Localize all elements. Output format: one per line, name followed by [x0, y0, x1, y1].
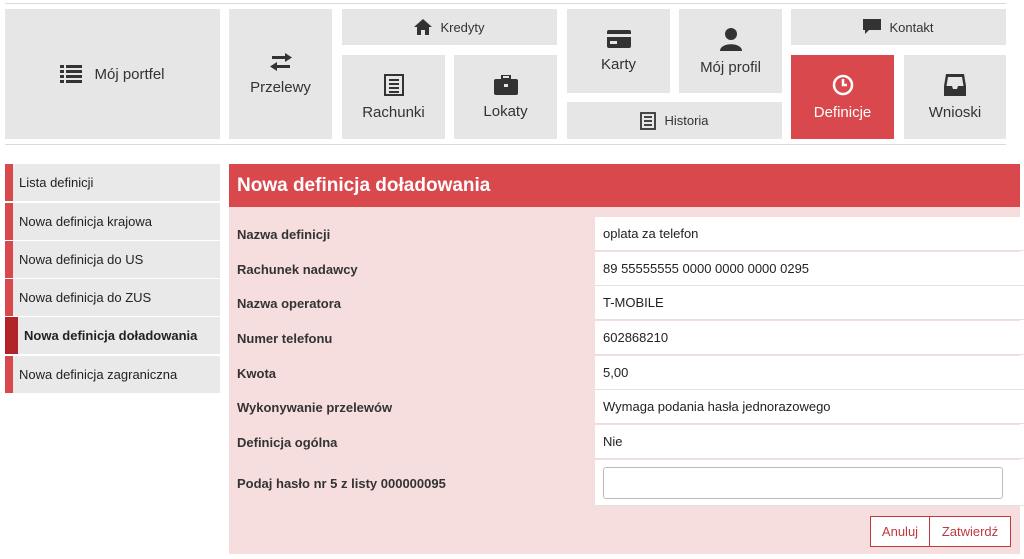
home-icon	[414, 19, 433, 35]
field-label: Definicja ogólna	[237, 435, 338, 450]
nav-deposits[interactable]: Lokaty	[454, 55, 557, 139]
inbox-icon	[944, 73, 966, 96]
nav-definitions-label: Definicje	[813, 103, 872, 121]
field-row-execution: Wykonywanie przelewów Wymaga podania has…	[229, 390, 1024, 425]
clock-icon	[832, 74, 854, 96]
nav-transfers-label: Przelewy	[250, 78, 311, 96]
field-row-definition-name: Nazwa definicji oplata za telefon	[229, 217, 1024, 252]
field-label: Kwota	[237, 366, 276, 381]
form-title-text: Nowa definicja doładowania	[237, 174, 491, 196]
form-title: Nowa definicja doładowania	[229, 164, 1020, 207]
sidebar-item-label: Nowa definicja zagraniczna	[19, 367, 178, 382]
confirm-button[interactable]: Zatwierdź	[929, 516, 1011, 547]
top-divider	[5, 3, 1006, 4]
nav-credits-label: Kredyty	[440, 19, 485, 35]
field-value: oplata za telefon	[595, 217, 1024, 251]
field-value: 602868210	[595, 321, 1024, 355]
sidebar-item-zus[interactable]: Nowa definicja do ZUS	[5, 279, 220, 316]
nav-deposits-label: Lokaty	[483, 102, 528, 120]
sidebar-item-label: Nowa definicja krajowa	[19, 214, 152, 229]
chat-bubble-icon	[863, 19, 882, 35]
nav-history-label: Historia	[664, 113, 709, 128]
field-row-amount: Kwota 5,00	[229, 356, 1024, 391]
field-row-operator: Nazwa operatora T-MOBILE	[229, 286, 1024, 321]
nav-profile-label: Mój profil	[700, 58, 761, 76]
field-value: 5,00	[595, 356, 1024, 390]
ledger-icon	[383, 73, 404, 96]
field-value: T-MOBILE	[595, 286, 1024, 320]
nav-applications-label: Wnioski	[928, 103, 982, 121]
briefcase-icon	[493, 74, 518, 95]
nav-applications[interactable]: Wnioski	[904, 55, 1006, 139]
nav-profile[interactable]: Mój profil	[679, 9, 782, 93]
nav-wallet-label: Mój portfel	[94, 65, 165, 83]
nav-transfers[interactable]: Przelewy	[229, 9, 332, 139]
password-label: Podaj hasło nr 5 z listy 000000095	[237, 475, 446, 491]
field-row-sender-account: Rachunek nadawcy 89 55555555 0000 0000 0…	[229, 252, 1024, 287]
credit-card-icon	[606, 29, 631, 48]
transfer-arrows-icon	[269, 52, 292, 71]
user-icon	[719, 27, 742, 51]
field-row-phone-number: Numer telefonu 602868210	[229, 321, 1024, 356]
nav-definitions[interactable]: Definicje	[791, 55, 894, 139]
field-value: Nie	[595, 425, 1024, 459]
field-row-general-definition: Definicja ogólna Nie	[229, 425, 1024, 460]
field-label: Nazwa operatora	[237, 296, 342, 311]
field-label: Wykonywanie przelewów	[237, 400, 393, 415]
sidebar-item-tax-office[interactable]: Nowa definicja do US	[5, 241, 220, 278]
sidebar-item-label: Lista definicji	[19, 175, 94, 190]
nav-accounts-label: Rachunki	[362, 103, 425, 121]
sidebar-item-foreign[interactable]: Nowa definicja zagraniczna	[5, 356, 220, 393]
nav-history[interactable]: Historia	[567, 102, 782, 139]
nav-divider	[5, 144, 1006, 145]
sidebar-item-topup[interactable]: Nowa definicja doładowania	[5, 317, 220, 354]
field-value: Wymaga podania hasła jednorazowego	[595, 390, 1024, 424]
form-body: Nazwa definicji oplata za telefon Rachun…	[229, 207, 1024, 554]
field-label: Rachunek nadawcy	[237, 262, 358, 277]
nav-credits[interactable]: Kredyty	[342, 9, 557, 45]
field-label: Numer telefonu	[237, 331, 333, 346]
nav-wallet[interactable]: Mój portfel	[5, 9, 220, 139]
sidebar-item-definition-list[interactable]: Lista definicji	[5, 164, 220, 201]
nav-contact[interactable]: Kontakt	[791, 9, 1006, 45]
sidebar-item-label: Nowa definicja do US	[19, 252, 144, 267]
nav-cards[interactable]: Karty	[567, 9, 670, 93]
nav-contact-label: Kontakt	[889, 19, 934, 35]
nav-accounts[interactable]: Rachunki	[342, 55, 445, 139]
password-input[interactable]	[603, 467, 1003, 499]
field-value: 89 55555555 0000 0000 0000 0295	[595, 252, 1024, 286]
list-icon	[60, 65, 83, 83]
sidebar-item-domestic[interactable]: Nowa definicja krajowa	[5, 203, 220, 240]
sidebar-item-label: Nowa definicja doładowania	[24, 328, 198, 343]
document-list-icon	[640, 111, 657, 130]
sidebar-item-label: Nowa definicja do ZUS	[19, 290, 152, 305]
nav-cards-label: Karty	[600, 55, 636, 73]
field-label: Nazwa definicji	[237, 227, 331, 242]
cancel-button[interactable]: Anuluj	[870, 516, 930, 547]
